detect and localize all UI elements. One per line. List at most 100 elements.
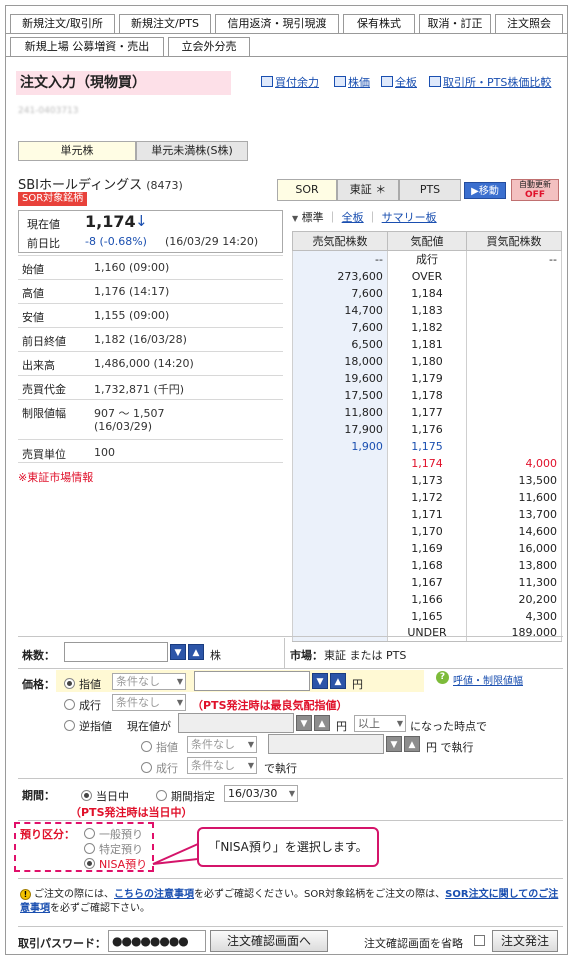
price-cell[interactable]: 1,173: [386, 471, 468, 489]
skip-confirm-checkbox[interactable]: [474, 935, 485, 946]
price-cell[interactable]: 1,181: [386, 335, 468, 353]
tab-ipo-offering[interactable]: 新規上場 公募増資・売出: [10, 37, 164, 56]
tab-off-floor[interactable]: 立会外分売: [168, 37, 250, 56]
price-cell[interactable]: 1,184: [386, 284, 468, 302]
triangle-icon: ▼: [292, 214, 299, 223]
radio-limit[interactable]: 指値: [64, 676, 101, 692]
price-cell[interactable]: OVER: [386, 267, 468, 285]
unit-stock-tab[interactable]: 単元株: [18, 141, 136, 161]
tab-cancel-modify[interactable]: 取消・訂正: [419, 14, 491, 33]
tab-margin-repay[interactable]: 信用返済・現引現渡: [215, 14, 339, 33]
price-cell[interactable]: 1,175: [386, 437, 468, 455]
tab-new-order-exchange[interactable]: 新規注文/取引所: [10, 14, 115, 33]
tab-holdings[interactable]: 保有株式: [343, 14, 415, 33]
sub-price-up-button[interactable]: ▲: [404, 736, 420, 752]
price-cell[interactable]: 1,166: [386, 590, 468, 608]
sell-qty-cell: [292, 624, 388, 642]
board-full-link[interactable]: 全板: [342, 211, 364, 224]
tab-new-order-pts[interactable]: 新規注文/PTS: [119, 14, 211, 33]
sub-price-down-button[interactable]: ▼: [386, 736, 402, 752]
price-cell[interactable]: 1,171: [386, 505, 468, 523]
sell-qty-cell: [292, 539, 388, 557]
tab-tse[interactable]: 東証 ＊: [337, 179, 399, 201]
move-button[interactable]: ▶移動: [464, 182, 506, 199]
price-cell[interactable]: 成行: [386, 250, 468, 268]
stop-up-button[interactable]: ▲: [314, 715, 330, 731]
radio-general-account[interactable]: 一般預り: [84, 826, 143, 842]
price-cell[interactable]: 1,169: [386, 539, 468, 557]
sub-limit-condition-select[interactable]: 条件なし: [187, 736, 257, 753]
radio-specific-account[interactable]: 特定預り: [84, 841, 143, 857]
board-standard[interactable]: 標準: [302, 211, 324, 224]
market-condition-select[interactable]: 条件なし: [112, 694, 186, 711]
odd-lot-tab[interactable]: 単元未満株(S株): [136, 141, 248, 161]
buy-qty-cell: [466, 267, 562, 285]
form-divider: [18, 926, 563, 927]
price-cell[interactable]: 1,177: [386, 403, 468, 421]
radio-sub-limit[interactable]: 指値: [141, 739, 178, 755]
buy-qty-cell: [466, 369, 562, 387]
radio-icon: [64, 678, 75, 689]
price-cell[interactable]: 1,172: [386, 488, 468, 506]
price-label: 価格：: [22, 678, 55, 691]
sub-market-condition-select[interactable]: 条件なし: [187, 757, 257, 774]
limit-price-input[interactable]: [194, 671, 310, 691]
radio-today[interactable]: 当日中: [81, 788, 129, 804]
tab-order-inquiry[interactable]: 注文照会: [495, 14, 563, 33]
stop-down-button[interactable]: ▼: [296, 715, 312, 731]
price-cell[interactable]: 1,165: [386, 607, 468, 625]
auto-refresh-button[interactable]: 自動更新 OFF: [511, 179, 559, 201]
link-buying-power[interactable]: 買付余力: [261, 74, 319, 90]
price-cell[interactable]: 1,168: [386, 556, 468, 574]
link-full-board[interactable]: 全板: [381, 74, 417, 90]
place-order-button[interactable]: 注文発注: [492, 930, 558, 952]
form-divider: [18, 778, 563, 779]
notice-link[interactable]: こちらの注意事項: [114, 889, 194, 900]
board-row: 17,500 1,178: [292, 386, 562, 404]
radio-sub-market[interactable]: 成行: [141, 760, 178, 776]
price-down-button[interactable]: ▼: [312, 673, 328, 689]
price-cell[interactable]: 1,180: [386, 352, 468, 370]
price-cell[interactable]: 1,170: [386, 522, 468, 540]
qty-down-button[interactable]: ▼: [170, 644, 186, 660]
stop-price-input[interactable]: [178, 713, 294, 733]
sell-qty-cell: [292, 556, 388, 574]
sell-qty-cell: 17,500: [292, 386, 388, 404]
printer-icon: [429, 76, 441, 87]
market-info-link[interactable]: ※東証市場情報: [18, 469, 93, 485]
price-cell[interactable]: 1,176: [386, 420, 468, 438]
sub-limit-price-input[interactable]: [268, 734, 384, 754]
board-row: 1,172 11,600: [292, 488, 562, 506]
radio-market-order[interactable]: 成行: [64, 697, 101, 713]
above-below-select[interactable]: 以上: [354, 715, 406, 732]
tab-sor[interactable]: SOR: [277, 179, 337, 201]
board-summary-link[interactable]: サマリー板: [382, 211, 437, 224]
board-row: 1,168 13,800: [292, 556, 562, 574]
tab-pts[interactable]: PTS: [399, 179, 461, 201]
sell-qty-cell: [292, 590, 388, 608]
radio-period-spec[interactable]: 期間指定: [156, 788, 215, 804]
password-input[interactable]: ●●●●●●●●: [108, 930, 206, 952]
price-cell[interactable]: 1,178: [386, 386, 468, 404]
pts-period-note: （PTS発注時は当日中）: [70, 806, 193, 819]
price-cell[interactable]: 1,182: [386, 318, 468, 336]
price-cell[interactable]: UNDER: [386, 624, 468, 642]
radio-nisa-account[interactable]: NISA預り: [84, 856, 147, 872]
confirm-screen-button[interactable]: 注文確認画面へ: [210, 930, 328, 952]
date-select[interactable]: 16/03/30: [224, 785, 298, 802]
radio-stop-order[interactable]: 逆指値: [64, 718, 112, 734]
link-price-compare[interactable]: 取引所・PTS株価比較: [429, 74, 551, 90]
price-cell[interactable]: 1,179: [386, 369, 468, 387]
price-cell[interactable]: 1,167: [386, 573, 468, 591]
limit-condition-select[interactable]: 条件なし: [112, 673, 186, 690]
qty-input[interactable]: [64, 642, 168, 662]
price-cell[interactable]: 1,183: [386, 301, 468, 319]
link-quote[interactable]: 株価: [334, 74, 370, 90]
qty-up-button[interactable]: ▲: [188, 644, 204, 660]
price-cell[interactable]: 1,174: [386, 454, 468, 472]
account-id: 241-0403713: [18, 106, 79, 116]
buy-qty-cell: [466, 301, 562, 319]
tick-size-link[interactable]: 呼値・制限値幅: [453, 672, 523, 687]
board-row: 273,600 OVER: [292, 267, 562, 285]
price-up-button[interactable]: ▲: [330, 673, 346, 689]
